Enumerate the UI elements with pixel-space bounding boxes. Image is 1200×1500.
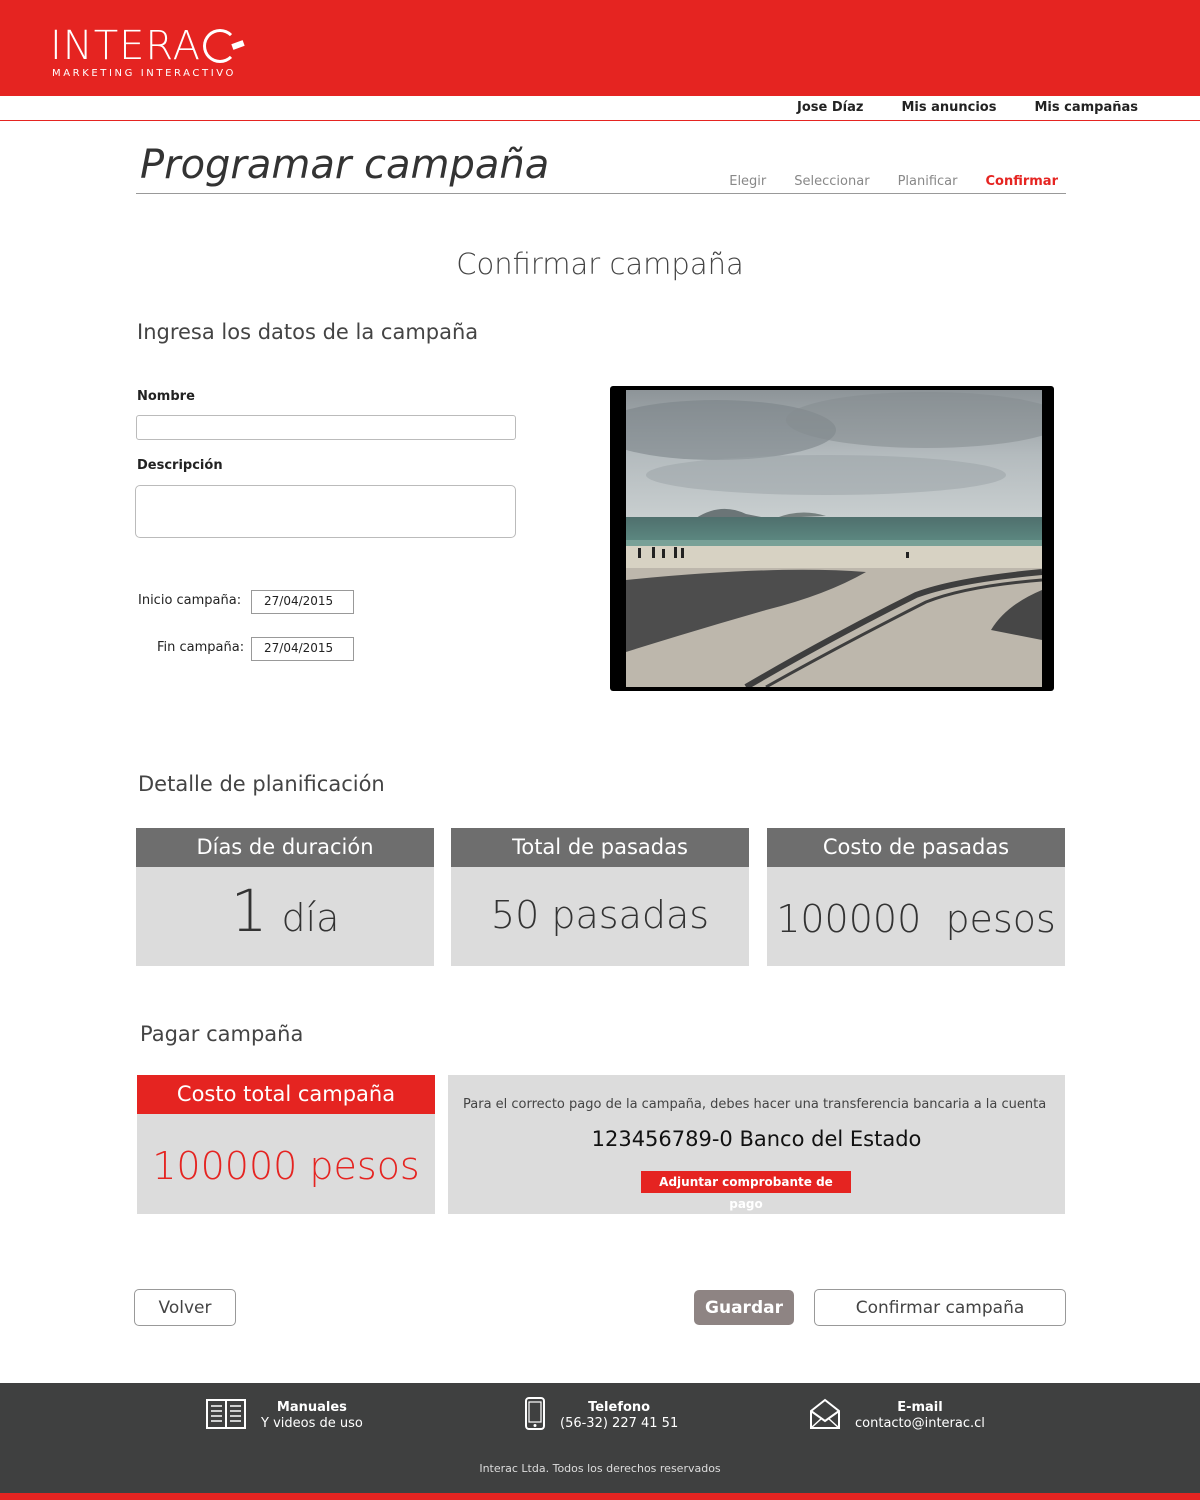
- passes-unit: pasadas: [551, 893, 710, 937]
- top-header: INTERA MARKETING INTERACTIVO: [0, 0, 1200, 96]
- duration-unit: día: [281, 896, 340, 940]
- bank-transfer-note: Para el correcto pago de la campaña, deb…: [463, 1097, 1047, 1112]
- end-date-label: Fin campaña:: [157, 640, 245, 655]
- footer-copyright: Interac Ltda. Todos los derechos reserva…: [479, 1462, 721, 1475]
- duration-card: Días de duración 1 día: [136, 828, 434, 966]
- step-planificar[interactable]: Planificar: [898, 174, 958, 189]
- footer-email[interactable]: E-mail contacto@interac.cl: [809, 1397, 985, 1435]
- cost-number: 100000: [776, 897, 922, 941]
- start-date-label: Inicio campaña:: [138, 593, 242, 608]
- confirm-campaign-button[interactable]: Confirmar campaña: [814, 1289, 1066, 1326]
- cost-card-value: 100000 pesos: [767, 897, 1065, 941]
- passes-card: Total de pasadas 50 pasadas: [451, 828, 749, 966]
- cost-unit: pesos: [945, 897, 1056, 941]
- bank-account: 123456789-0 Banco del Estado: [591, 1127, 922, 1151]
- wizard-steps: Elegir Seleccionar Planificar Confirmar: [729, 174, 1058, 189]
- phone-icon: [524, 1397, 546, 1435]
- beach-photo-svg: [626, 390, 1042, 687]
- page: INTERA MARKETING INTERACTIVO Jose Díaz M…: [0, 0, 1200, 1500]
- payment-heading: Pagar campaña: [140, 1022, 304, 1046]
- top-nav: Jose Díaz Mis anuncios Mis campañas: [0, 96, 1200, 121]
- footer-phone-title: Telefono: [588, 1400, 651, 1415]
- attach-receipt-button[interactable]: Adjuntar comprobante de pago: [641, 1171, 851, 1211]
- interac-logo[interactable]: INTERA MARKETING INTERACTIVO: [50, 22, 237, 79]
- name-input[interactable]: [136, 415, 516, 440]
- logo-wordmark: INTERA: [50, 22, 237, 70]
- footer: Manuales Y videos de uso Telefono (56-32…: [0, 1383, 1200, 1500]
- end-date-input[interactable]: 27/04/2015: [251, 637, 354, 661]
- footer-phone-value: (56-32) 227 41 51: [560, 1416, 679, 1431]
- planning-heading: Detalle de planificación: [138, 772, 385, 796]
- description-textarea[interactable]: [135, 485, 516, 538]
- nav-user[interactable]: Jose Díaz: [797, 100, 863, 115]
- envelope-icon: [809, 1397, 841, 1435]
- footer-manuals[interactable]: Manuales Y videos de uso: [205, 1397, 363, 1435]
- cost-card: Costo de pasadas 100000 pesos: [767, 828, 1065, 966]
- duration-card-title: Días de duración: [136, 828, 434, 867]
- total-cost-value: 100000 pesos: [152, 1144, 420, 1188]
- save-button[interactable]: Guardar: [694, 1290, 794, 1325]
- name-label: Nombre: [137, 389, 195, 404]
- total-cost-card: Costo total campaña 100000 pesos: [137, 1075, 435, 1214]
- footer-accent-bar: [0, 1493, 1200, 1500]
- title-divider: [136, 193, 1066, 194]
- logo-tagline: MARKETING INTERACTIVO: [52, 68, 236, 79]
- beach-photo: [626, 390, 1042, 687]
- nav-my-campaigns[interactable]: Mis campañas: [1034, 100, 1138, 115]
- section-title: Confirmar campaña: [456, 247, 744, 281]
- ad-image-preview: [610, 386, 1054, 691]
- passes-card-value: 50 pasadas: [451, 893, 749, 937]
- bank-transfer-card: Para el correcto pago de la campaña, deb…: [448, 1075, 1065, 1214]
- footer-email-title: E-mail: [897, 1400, 943, 1415]
- book-icon: [205, 1397, 247, 1435]
- total-cost-title: Costo total campaña: [137, 1075, 435, 1114]
- logo-text: INTERA: [50, 23, 201, 69]
- footer-manuals-sub: Y videos de uso: [261, 1416, 363, 1431]
- passes-number: 50: [490, 893, 540, 937]
- step-elegir[interactable]: Elegir: [729, 174, 766, 189]
- form-heading: Ingresa los datos de la campaña: [137, 320, 479, 344]
- cost-card-title: Costo de pasadas: [767, 828, 1065, 867]
- start-date-input[interactable]: 27/04/2015: [251, 590, 354, 614]
- page-title: Programar campaña: [140, 142, 550, 188]
- footer-email-value: contacto@interac.cl: [855, 1416, 985, 1431]
- footer-phone[interactable]: Telefono (56-32) 227 41 51: [524, 1397, 678, 1435]
- description-label: Descripción: [137, 458, 223, 473]
- nav-my-ads[interactable]: Mis anuncios: [901, 100, 996, 115]
- step-confirmar[interactable]: Confirmar: [985, 174, 1058, 189]
- duration-number: 1: [230, 877, 268, 945]
- footer-manuals-title: Manuales: [276, 1400, 347, 1415]
- passes-card-title: Total de pasadas: [451, 828, 749, 867]
- duration-card-value: 1 día: [136, 877, 434, 945]
- logo-c-mark: [202, 29, 237, 63]
- step-seleccionar[interactable]: Seleccionar: [794, 174, 869, 189]
- back-button[interactable]: Volver: [134, 1289, 236, 1326]
